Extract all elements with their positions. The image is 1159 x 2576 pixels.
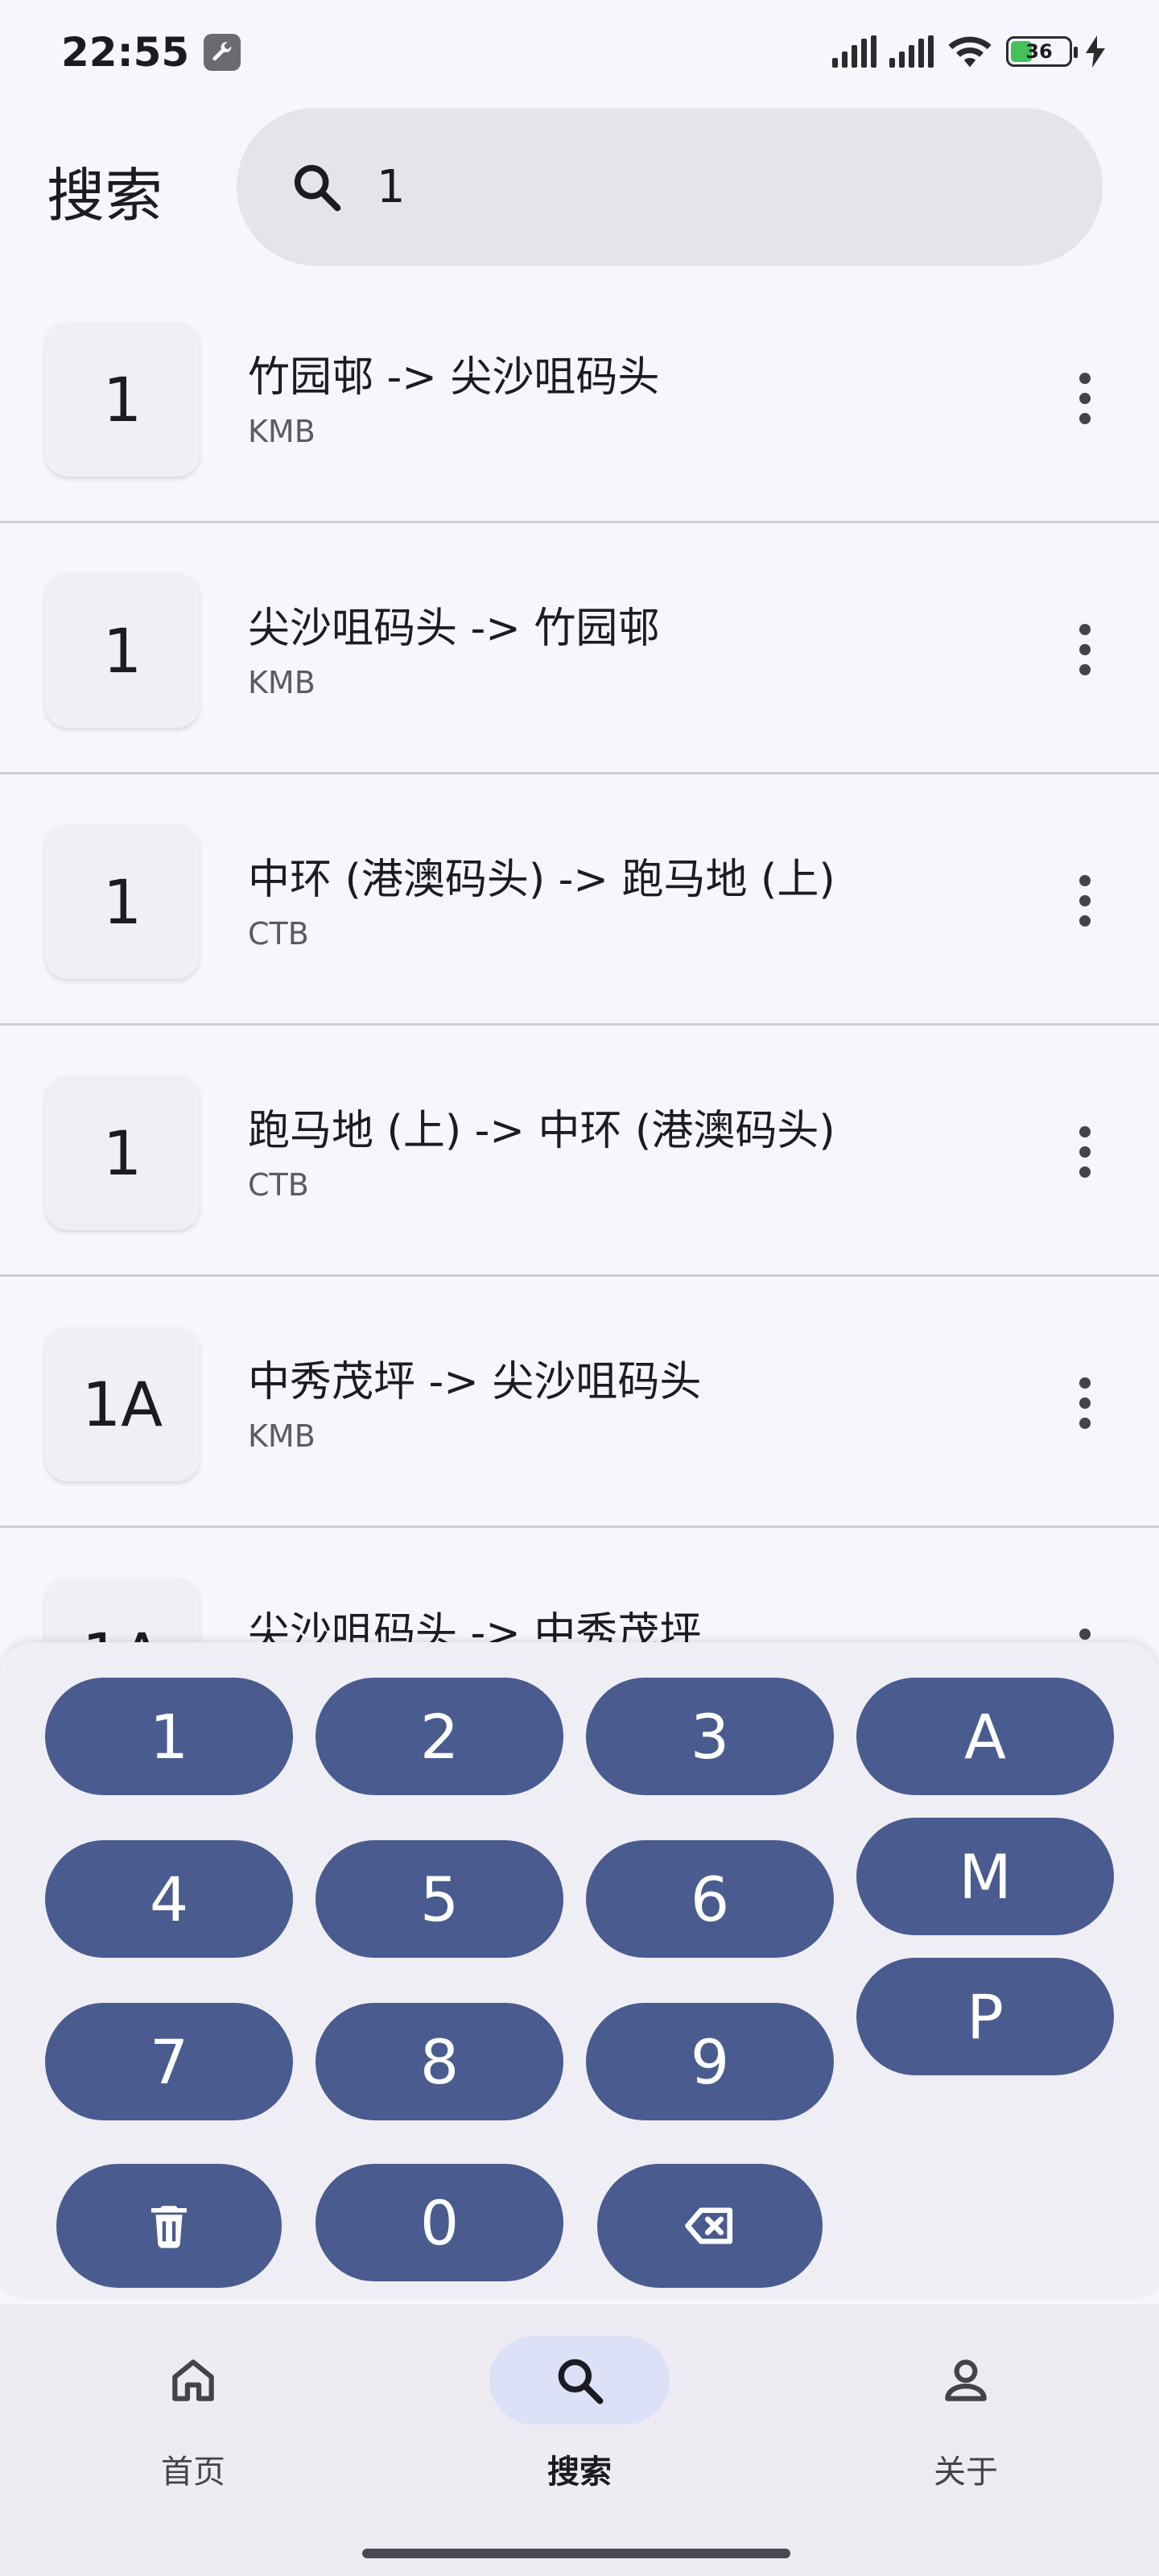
key-8[interactable]: 8 [316, 2003, 563, 2120]
list-item[interactable]: 1 跑马地 (上) -> 中环 (港澳码头) CTB [0, 1027, 1159, 1277]
nav-item-home[interactable]: 首页 [72, 2336, 314, 2521]
nav-label-search: 搜索 [547, 2454, 612, 2491]
key-2[interactable]: 2 [316, 1678, 563, 1795]
more-options-icon[interactable] [1056, 1116, 1114, 1188]
charging-icon [1086, 35, 1105, 68]
person-icon [945, 2359, 987, 2401]
status-time: 22:55 [61, 29, 190, 76]
route-title: 竹园邨 -> 尖沙咀码头 [248, 353, 660, 402]
route-number-badge: 1 [45, 824, 200, 979]
home-indicator[interactable] [362, 2549, 790, 2558]
nav-pill [103, 2336, 283, 2425]
list-item[interactable]: 1 竹园邨 -> 尖沙咀码头 KMB [0, 274, 1159, 523]
search-input[interactable]: 1 [237, 108, 1103, 266]
route-company: CTB [248, 1167, 309, 1203]
route-number-badge: 1 [45, 573, 200, 728]
nav-label-about: 关于 [934, 2454, 998, 2491]
key-4[interactable]: 4 [45, 1840, 293, 1958]
more-options-icon[interactable] [1056, 362, 1114, 435]
bottom-navigation: 首页 搜索 关于 [0, 2304, 1159, 2576]
key-6[interactable]: 6 [586, 1840, 834, 1958]
nav-pill [876, 2336, 1056, 2425]
key-m[interactable]: M [856, 1818, 1114, 1935]
search-icon [294, 164, 341, 212]
backspace-icon [685, 2207, 733, 2244]
route-title: 尖沙咀码头 -> 中秀茂坪 [248, 1609, 702, 1642]
route-title: 尖沙咀码头 -> 竹园邨 [248, 605, 660, 653]
battery-icon: 36 [1006, 36, 1078, 67]
battery-level: 36 [1025, 40, 1053, 63]
route-keypad: 1 2 3 A 4 5 6 M 7 8 9 P 0 [0, 1642, 1159, 2297]
route-title: 中秀茂坪 -> 尖沙咀码头 [248, 1358, 702, 1406]
clear-button[interactable] [56, 2164, 282, 2288]
nav-pill-active [489, 2336, 670, 2425]
route-company: KMB [248, 665, 316, 700]
route-results-list: 1 竹园邨 -> 尖沙咀码头 KMB 1 尖沙咀码头 -> 竹园邨 KMB 1 … [0, 274, 1159, 1642]
key-a[interactable]: A [856, 1678, 1114, 1795]
key-0[interactable]: 0 [316, 2164, 563, 2281]
more-options-icon[interactable] [1056, 1367, 1114, 1439]
search-value: 1 [377, 160, 406, 213]
home-icon [172, 2359, 214, 2401]
wrench-icon [204, 34, 241, 71]
wifi-icon [948, 36, 992, 68]
cellular-signal-icon [832, 35, 876, 68]
page-title: 搜索 [47, 162, 163, 229]
route-company: CTB [248, 916, 309, 952]
key-5[interactable]: 5 [316, 1840, 563, 1958]
key-3[interactable]: 3 [586, 1678, 834, 1795]
nav-label-home: 首页 [161, 2454, 225, 2491]
nav-item-search[interactable]: 搜索 [459, 2336, 700, 2521]
search-icon [558, 2359, 604, 2405]
nav-item-about[interactable]: 关于 [845, 2336, 1087, 2521]
status-icons: 36 [832, 34, 1106, 69]
route-number-badge: 1A [45, 1327, 200, 1481]
list-item[interactable]: 1A 尖沙咀码头 -> 中秀茂坪 [0, 1530, 1159, 1642]
route-company: KMB [248, 414, 316, 449]
cellular-signal-icon [889, 35, 934, 68]
list-item[interactable]: 1 尖沙咀码头 -> 竹园邨 KMB [0, 525, 1159, 774]
status-bar: 22:55 36 [0, 0, 1159, 105]
key-1[interactable]: 1 [45, 1678, 293, 1795]
route-number-badge: 1 [45, 1075, 200, 1230]
more-options-icon[interactable] [1056, 613, 1114, 686]
key-7[interactable]: 7 [45, 2003, 293, 2120]
route-number-badge: 1A [45, 1578, 200, 1642]
route-title: 跑马地 (上) -> 中环 (港澳码头) [248, 1107, 835, 1155]
backspace-button[interactable] [597, 2164, 823, 2288]
route-title: 中环 (港澳码头) -> 跑马地 (上) [248, 856, 835, 904]
key-p[interactable]: P [856, 1958, 1114, 2075]
route-company: KMB [248, 1418, 316, 1454]
list-item[interactable]: 1A 中秀茂坪 -> 尖沙咀码头 KMB [0, 1278, 1159, 1528]
list-item[interactable]: 1 中环 (港澳码头) -> 跑马地 (上) CTB [0, 776, 1159, 1026]
trash-icon [151, 2206, 187, 2248]
more-options-icon[interactable] [1056, 865, 1114, 937]
route-number-badge: 1 [45, 322, 200, 477]
key-9[interactable]: 9 [586, 2003, 834, 2120]
more-options-icon[interactable] [1056, 1618, 1114, 1642]
